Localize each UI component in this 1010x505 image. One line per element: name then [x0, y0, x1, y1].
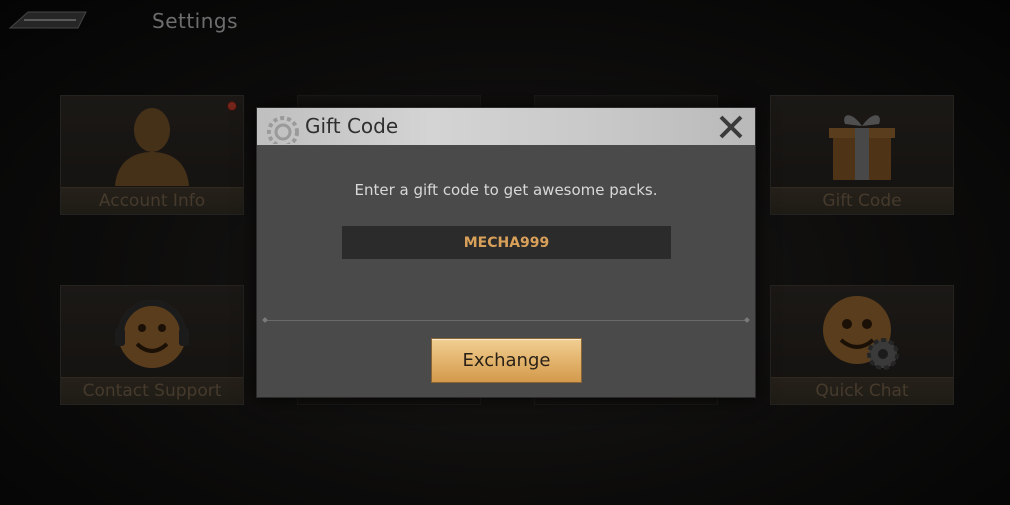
dialog-title: Gift Code	[305, 114, 399, 138]
dialog-header: Gift Code	[257, 108, 755, 145]
gift-code-dialog: Gift Code Enter a gift code to get aweso…	[256, 107, 756, 398]
close-icon	[719, 115, 743, 139]
exchange-button[interactable]: Exchange	[431, 338, 582, 383]
close-button[interactable]	[717, 113, 745, 141]
divider	[265, 320, 747, 321]
gear-icon	[267, 116, 299, 144]
dialog-subtitle: Enter a gift code to get awesome packs.	[354, 181, 658, 199]
gift-code-input[interactable]	[342, 226, 671, 259]
